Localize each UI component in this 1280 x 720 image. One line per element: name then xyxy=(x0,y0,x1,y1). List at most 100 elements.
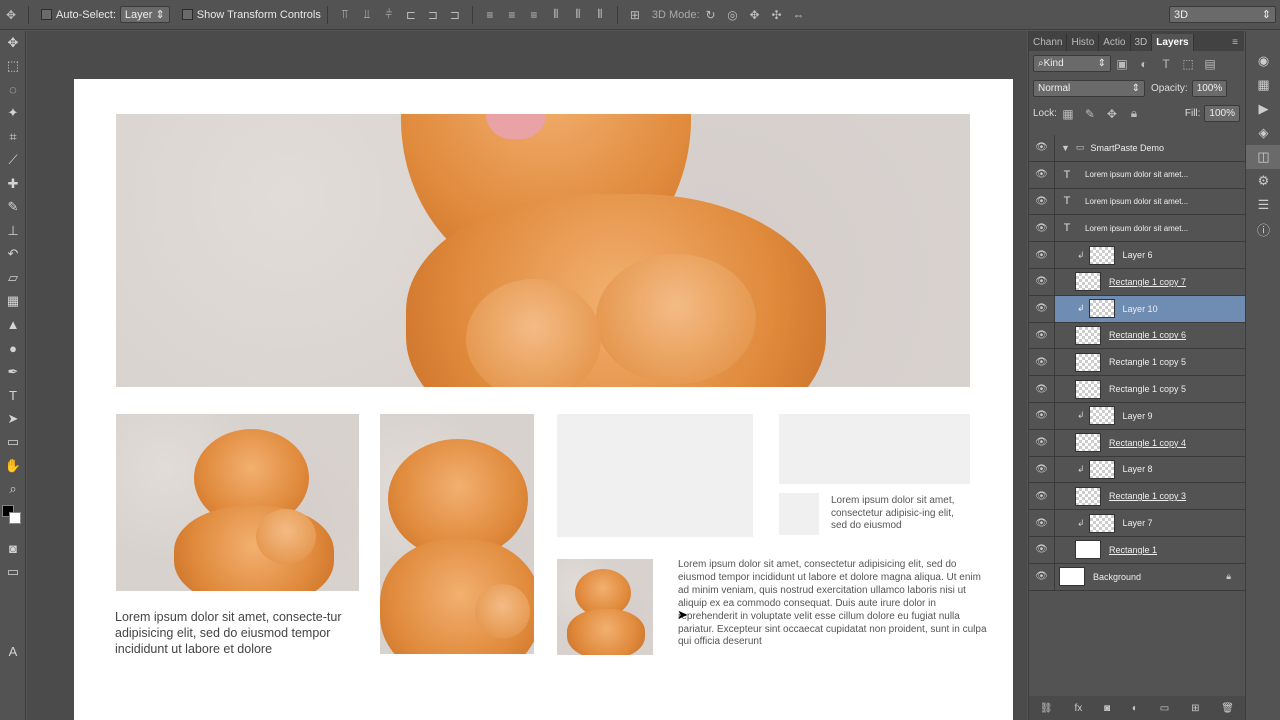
zoom-tool-icon[interactable]: ⌕ xyxy=(0,478,26,502)
body-text-small[interactable]: Lorem ipsum dolor sit amet, consectetur … xyxy=(831,495,971,533)
filter-type-icon[interactable]: T xyxy=(1160,57,1172,71)
tab-layers[interactable]: Layers xyxy=(1152,34,1194,51)
kind-filter-dropdown[interactable]: ⌕ Kind ⇕ xyxy=(1033,55,1111,72)
marquee-tool-icon[interactable]: ⬚ xyxy=(0,55,26,79)
layer-row[interactable]: 👁︎ ↲ Layer 8 xyxy=(1029,456,1245,484)
align-right-icon[interactable]: ⊐ xyxy=(449,8,461,22)
color-panel-icon[interactable]: ◉ xyxy=(1246,49,1280,73)
fill-input[interactable]: 100% xyxy=(1204,105,1240,122)
3d-orbit-icon[interactable]: ↻ xyxy=(705,8,717,22)
hand-tool-icon[interactable]: ✋ xyxy=(0,454,26,478)
opacity-input[interactable]: 100% xyxy=(1191,80,1228,97)
eye-icon[interactable]: 👁︎ xyxy=(1029,429,1055,456)
distribute-top-icon[interactable]: ≡ xyxy=(484,8,496,22)
align-hcenter-icon[interactable]: ⊐ xyxy=(427,8,439,22)
layer-row[interactable]: 👁︎ Rectangle 1 copy 7 xyxy=(1029,268,1245,296)
hero-image[interactable] xyxy=(116,114,970,387)
layer-row[interactable]: 👁︎ T Lorem ipsum dolor sit amet... xyxy=(1029,188,1245,216)
layer-row[interactable]: 👁︎ ↲ Layer 9 xyxy=(1029,402,1245,430)
layer-row[interactable]: 👁︎ Rectangle 1 copy 6 xyxy=(1029,322,1245,350)
dodge-tool-icon[interactable]: ● xyxy=(0,337,26,361)
screen-mode-icon[interactable]: ▭ xyxy=(0,561,26,585)
eye-icon[interactable]: 👁︎ xyxy=(1029,161,1055,188)
distribute-left-icon[interactable]: ⦀ xyxy=(550,7,562,22)
kitten-image-1[interactable] xyxy=(116,414,359,591)
eye-icon[interactable]: 👁︎ xyxy=(1029,483,1055,510)
filter-adjustment-icon[interactable]: ◐ xyxy=(1138,57,1150,71)
blur-tool-icon[interactable]: ▲ xyxy=(0,313,26,337)
placeholder-rectangle[interactable] xyxy=(557,414,753,537)
placeholder-rectangle[interactable] xyxy=(779,414,970,484)
3d-roll-icon[interactable]: ◎ xyxy=(727,8,739,22)
align-bottom-icon[interactable]: ⫩ xyxy=(383,7,395,22)
auto-select-checkbox[interactable] xyxy=(41,9,52,20)
eye-icon[interactable]: 👁︎ xyxy=(1029,135,1055,161)
color-swatches[interactable] xyxy=(0,501,25,537)
eye-icon[interactable]: 👁︎ xyxy=(1029,268,1055,295)
workspace-dropdown[interactable]: 3D ⇕ xyxy=(1169,6,1276,23)
eye-icon[interactable]: 👁︎ xyxy=(1029,242,1055,268)
3d-pan-icon[interactable]: ✥ xyxy=(749,8,761,22)
adjustment-layer-icon[interactable]: ◐ xyxy=(1132,703,1138,714)
eye-icon[interactable]: 👁︎ xyxy=(1029,510,1055,536)
lock-all-icon[interactable]: 🔒︎ xyxy=(1128,106,1140,121)
crop-tool-icon[interactable]: ⌗ xyxy=(0,125,26,149)
kitten-image-3[interactable] xyxy=(557,559,653,655)
layer-row[interactable]: 👁︎ ↲ Layer 7 xyxy=(1029,510,1245,537)
link-layers-icon[interactable]: ⛓ xyxy=(1040,703,1053,714)
pen-tool-icon[interactable]: ✒ xyxy=(0,360,26,384)
layer-row[interactable]: 👁︎ Rectangle 1 copy 4 xyxy=(1029,429,1245,457)
quick-mask-icon[interactable]: ◙ xyxy=(0,537,26,561)
3d-panel-icon[interactable]: ◈ xyxy=(1246,121,1280,145)
eye-icon[interactable]: 👁︎ xyxy=(1029,402,1055,429)
canvas[interactable]: Lorem ipsum dolor sit amet, consecte-tur… xyxy=(74,79,1013,720)
tab-histogram[interactable]: Histo xyxy=(1067,34,1100,51)
body-text-left[interactable]: Lorem ipsum dolor sit amet, consecte-tur… xyxy=(115,609,355,657)
filter-shape-icon[interactable]: ⬚ xyxy=(1182,57,1194,71)
character-panel-icon[interactable]: A xyxy=(0,640,26,664)
layer-row[interactable]: 👁︎ Rectangle 1 copy 5 xyxy=(1029,376,1245,403)
eyedropper-tool-icon[interactable]: ⟋ xyxy=(0,149,26,173)
align-vcenter-icon[interactable]: ⫫ xyxy=(361,7,373,22)
filter-pixel-icon[interactable]: ▣ xyxy=(1116,57,1128,71)
gradient-tool-icon[interactable]: ▦ xyxy=(0,290,26,314)
eye-icon[interactable]: 👁︎ xyxy=(1029,188,1055,215)
eye-icon[interactable]: 👁︎ xyxy=(1029,349,1055,376)
layer-row[interactable]: 👁︎ T Lorem ipsum dolor sit amet... xyxy=(1029,215,1245,243)
panel-menu-icon[interactable]: ≡ xyxy=(1226,34,1244,51)
placeholder-rectangle[interactable] xyxy=(779,493,819,535)
distribute-bottom-icon[interactable]: ≡ xyxy=(528,8,540,22)
tab-3d[interactable]: 3D xyxy=(1131,34,1153,51)
adjustments-panel-icon[interactable]: ⚙ xyxy=(1246,169,1280,193)
eye-icon[interactable]: 👁︎ xyxy=(1029,563,1055,590)
layer-row-selected[interactable]: 👁︎ ↲ Layer 10 xyxy=(1029,295,1245,323)
move-tool-icon[interactable]: ✥ xyxy=(0,31,26,55)
eraser-tool-icon[interactable]: ▱ xyxy=(0,266,26,290)
align-left-icon[interactable]: ⊏ xyxy=(405,8,417,22)
transform-controls-toggle[interactable]: Show Transform Controls xyxy=(181,9,321,21)
actions-play-icon[interactable]: ▶ xyxy=(1246,97,1280,121)
layers-panel-icon[interactable]: ◫ xyxy=(1246,145,1280,169)
trash-icon[interactable]: 🗑︎ xyxy=(1221,703,1234,714)
tab-actions[interactable]: Actio xyxy=(1099,34,1131,51)
distribute-right-icon[interactable]: ⦀ xyxy=(594,7,606,22)
layer-row[interactable]: 👁︎ Rectangle 1 xyxy=(1029,536,1245,564)
eye-icon[interactable]: 👁︎ xyxy=(1029,215,1055,242)
new-layer-icon[interactable]: ⊞ xyxy=(1191,703,1199,714)
lock-position-icon[interactable]: ✥ xyxy=(1106,107,1118,121)
disclosure-triangle-icon[interactable]: ▼ xyxy=(1061,143,1070,153)
info-panel-icon[interactable]: ⓘ xyxy=(1246,217,1280,241)
eye-icon[interactable]: 👁︎ xyxy=(1029,376,1055,402)
lock-pixels-icon[interactable]: ✎ xyxy=(1084,107,1096,121)
lasso-tool-icon[interactable]: ◌ xyxy=(0,78,26,102)
shape-tool-icon[interactable]: ▭ xyxy=(0,431,26,455)
blend-mode-dropdown[interactable]: Normal ⇕ xyxy=(1033,80,1145,97)
add-mask-icon[interactable]: ◙ xyxy=(1104,703,1110,714)
3d-scale-icon[interactable]: ⇔ xyxy=(793,8,805,22)
filter-smart-object-icon[interactable]: ▤ xyxy=(1204,57,1216,71)
healing-brush-tool-icon[interactable]: ✚ xyxy=(0,172,26,196)
background-color[interactable] xyxy=(9,512,21,524)
distribute-vcenter-icon[interactable]: ≡ xyxy=(506,8,518,22)
clone-stamp-tool-icon[interactable]: ⊥ xyxy=(0,219,26,243)
path-select-tool-icon[interactable]: ➤ xyxy=(0,407,26,431)
